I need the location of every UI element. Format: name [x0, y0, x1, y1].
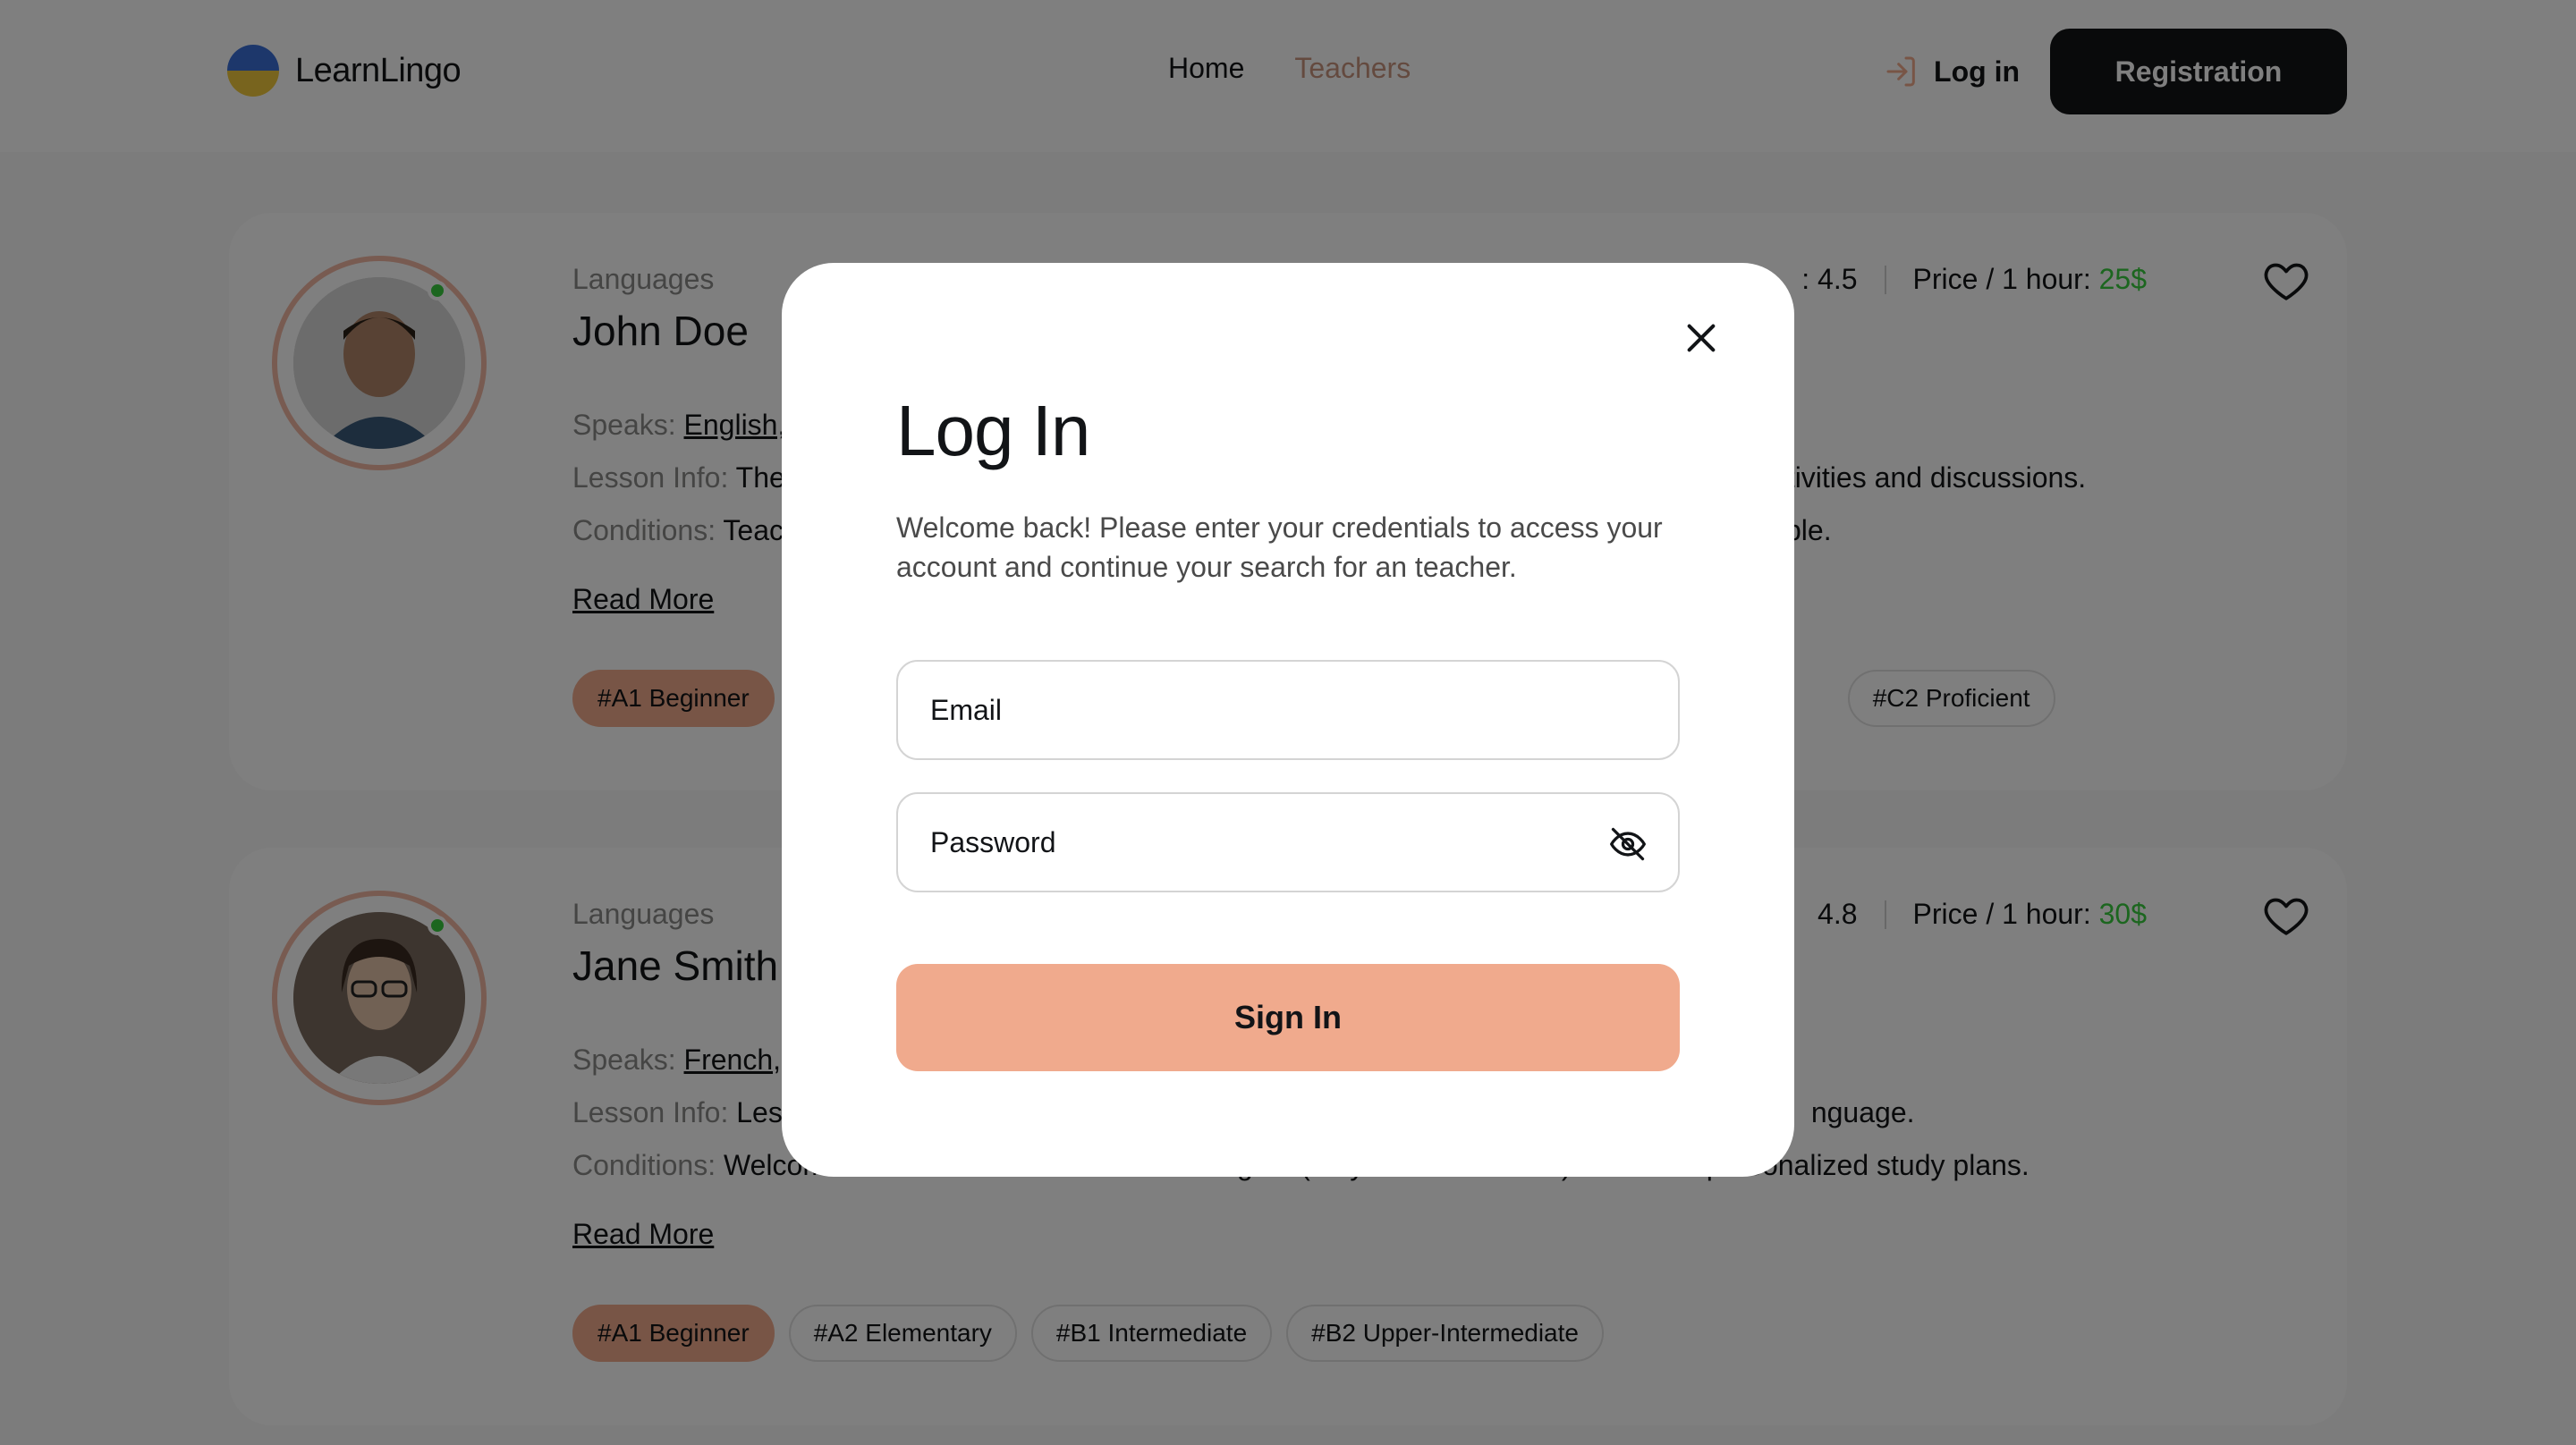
password-field[interactable] — [896, 792, 1680, 892]
eye-off-icon[interactable] — [1608, 824, 1648, 864]
close-icon — [1687, 324, 1716, 352]
sign-in-button[interactable]: Sign In — [896, 964, 1680, 1071]
modal-description: Welcome back! Please enter your credenti… — [896, 511, 1663, 583]
email-field[interactable] — [896, 660, 1680, 760]
close-button[interactable] — [1669, 306, 1733, 370]
modal-title: Log In — [896, 391, 1090, 470]
password-input[interactable] — [930, 825, 1646, 859]
login-modal: Log In Welcome back! Please enter your c… — [782, 263, 1794, 1177]
email-input[interactable] — [930, 693, 1646, 727]
